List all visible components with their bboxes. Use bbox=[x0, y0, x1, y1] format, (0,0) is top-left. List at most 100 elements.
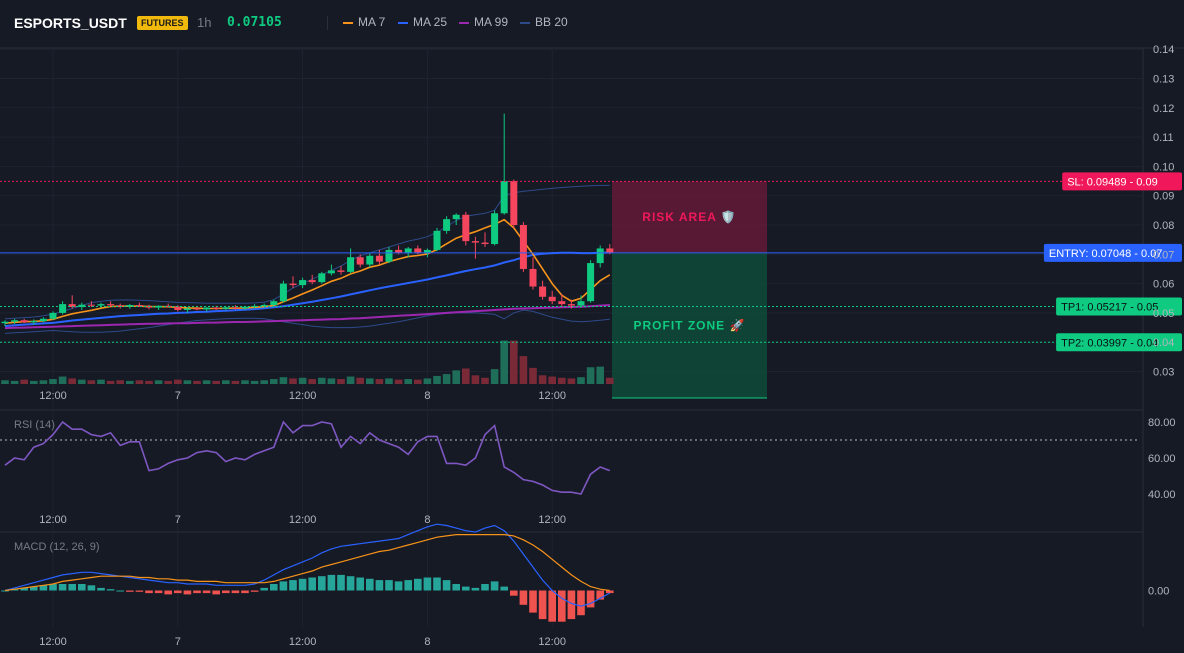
volume-bar bbox=[39, 380, 48, 384]
macd-histogram-bar bbox=[423, 577, 432, 591]
volume-bars bbox=[1, 340, 614, 384]
ma25-line bbox=[4, 251, 610, 328]
candle-body bbox=[39, 318, 47, 322]
price-tick-label: 0.09 bbox=[1153, 191, 1174, 203]
profit-zone-label: PROFIT ZONE 🚀 bbox=[634, 318, 746, 332]
volume-bar bbox=[260, 380, 268, 384]
volume-bar bbox=[202, 380, 211, 384]
volume-bar bbox=[270, 379, 278, 384]
volume-bar bbox=[586, 367, 595, 384]
macd-histogram-bar bbox=[519, 590, 528, 605]
price-tick-label: 0.14 bbox=[1153, 44, 1174, 56]
volume-bar bbox=[567, 378, 576, 384]
macd-histogram-bar bbox=[346, 576, 355, 591]
volume-bar bbox=[10, 380, 19, 384]
candle-body bbox=[231, 307, 239, 309]
volume-bar bbox=[212, 380, 220, 384]
macd-pane: MACD (12, 26, 9) bbox=[1, 523, 614, 622]
volume-bar bbox=[577, 377, 585, 384]
macd-histogram-bar bbox=[260, 587, 268, 591]
candle-body bbox=[356, 257, 364, 265]
macd-histogram-bar bbox=[154, 590, 163, 594]
candle-body bbox=[587, 263, 595, 302]
volume-bar bbox=[308, 379, 316, 384]
volume-bar bbox=[289, 378, 297, 384]
candle-body bbox=[318, 273, 326, 283]
macd-histogram-bar bbox=[222, 590, 230, 594]
macd-histogram-bar bbox=[318, 576, 326, 591]
candle-body bbox=[481, 242, 489, 245]
price-tick-label: 0.04 bbox=[1153, 337, 1174, 349]
candle-body bbox=[279, 283, 287, 302]
tp2-level-label: TP2: 0.03997 - 0.04 bbox=[1061, 337, 1158, 349]
volume-bar bbox=[58, 376, 67, 384]
bb-lower-line bbox=[4, 309, 610, 334]
volume-bar bbox=[423, 378, 432, 384]
volume-bar bbox=[558, 377, 566, 384]
volume-bar bbox=[433, 375, 441, 384]
rsi-line bbox=[4, 420, 611, 495]
volume-bar bbox=[97, 379, 105, 384]
volume-bar bbox=[519, 356, 528, 384]
candle-body bbox=[404, 248, 412, 253]
volume-bar bbox=[481, 377, 489, 384]
candle-body bbox=[212, 307, 220, 309]
candle-body bbox=[59, 304, 67, 313]
candle-body bbox=[30, 321, 38, 323]
candle-body bbox=[414, 248, 422, 253]
candle-body bbox=[462, 214, 470, 242]
volume-bar bbox=[356, 377, 364, 384]
macd-tick-label: 0.00 bbox=[1148, 586, 1169, 598]
candle-body bbox=[174, 306, 182, 310]
candle-body bbox=[385, 249, 393, 262]
macd-histogram-bar bbox=[327, 574, 336, 591]
bb-upper-line bbox=[4, 184, 610, 320]
volume-bar bbox=[471, 375, 480, 384]
candle-body bbox=[596, 248, 604, 264]
candle-body bbox=[97, 304, 105, 306]
candle-body bbox=[606, 248, 614, 253]
macd-histogram-bar bbox=[452, 584, 460, 591]
price-tick-label: 0.03 bbox=[1153, 367, 1174, 379]
risk-area-label: RISK AREA 🛡️ bbox=[642, 210, 736, 224]
volume-bar bbox=[414, 379, 422, 384]
candle-body bbox=[433, 230, 441, 250]
volume-bar bbox=[500, 340, 508, 384]
macd-histogram-bar bbox=[58, 584, 67, 591]
macd-histogram-bar bbox=[433, 577, 441, 591]
time-tick-label: 7 bbox=[175, 636, 181, 648]
candle-body bbox=[193, 308, 201, 310]
macd-histogram-bar bbox=[279, 581, 288, 591]
macd-histogram-bar bbox=[49, 584, 57, 591]
macd-histogram-bar bbox=[164, 590, 172, 595]
indicator-lines bbox=[4, 184, 611, 334]
time-tick-label: 12:00 bbox=[39, 636, 67, 648]
macd-histogram-bar bbox=[68, 584, 76, 591]
candle-body bbox=[299, 280, 307, 286]
macd-histogram-bar bbox=[471, 587, 480, 591]
macd-histogram-bar bbox=[193, 590, 201, 594]
volume-bar bbox=[452, 370, 460, 384]
entry-level-label: ENTRY: 0.07048 - 0.07 bbox=[1049, 248, 1163, 260]
chart-canvas[interactable]: RISK AREA 🛡️ PROFIT ZONE 🚀 SL: 0.09489 -… bbox=[0, 0, 1184, 653]
price-tick-label: 0.08 bbox=[1153, 220, 1174, 232]
macd-histogram-bar bbox=[106, 589, 115, 591]
macd-histogram-bar bbox=[241, 590, 249, 594]
macd-histogram-bar bbox=[250, 590, 259, 592]
time-tick-label: 12:00 bbox=[538, 636, 566, 648]
time-tick-label: 7 bbox=[175, 390, 181, 402]
macd-histogram-bar bbox=[366, 578, 374, 591]
volume-bar bbox=[346, 376, 355, 384]
volume-bar bbox=[116, 380, 124, 384]
volume-bar bbox=[404, 379, 412, 384]
time-tick-label: 12:00 bbox=[39, 390, 67, 402]
candle-body bbox=[548, 296, 556, 302]
macd-histogram-bar bbox=[212, 590, 220, 595]
candle-body bbox=[452, 214, 460, 220]
macd-histogram-bar bbox=[202, 590, 211, 594]
volume-bar bbox=[87, 380, 96, 384]
candle-body bbox=[289, 283, 297, 286]
macd-histogram-bar bbox=[183, 590, 192, 595]
price-tick-label: 0.13 bbox=[1153, 74, 1174, 86]
volume-bar bbox=[490, 369, 499, 384]
